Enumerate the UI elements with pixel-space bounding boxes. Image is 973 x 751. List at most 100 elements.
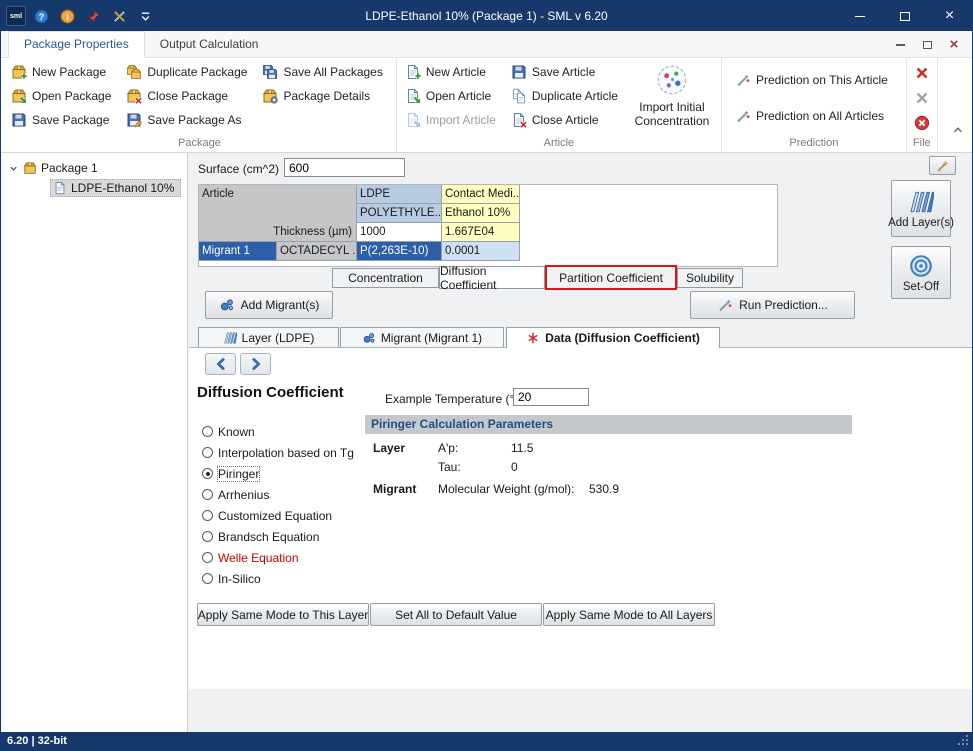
radio-brandsch-equation[interactable]: Brandsch Equation — [202, 529, 319, 544]
tab-layer-detail[interactable]: Layer (LDPE) — [198, 327, 339, 347]
qat-dropdown-icon[interactable] — [138, 9, 153, 24]
run-prediction-button[interactable]: Run Prediction... — [690, 291, 855, 319]
close-file-disabled-button[interactable] — [911, 87, 933, 109]
mdi-close-button[interactable]: × — [948, 39, 960, 51]
radio-insilico-dot[interactable] — [202, 573, 213, 584]
radio-welle-dot[interactable] — [202, 552, 213, 563]
grid-article-header: Article — [202, 188, 234, 200]
grid-contact-name-cell[interactable]: Ethanol 10% — [442, 204, 520, 223]
apply-mode-all-layers-button[interactable]: Apply Same Mode to All Layers — [543, 603, 715, 626]
grid-migrant-row-header[interactable]: Migrant 1 — [199, 242, 277, 261]
params-header: Piringer Calculation Parameters — [365, 415, 852, 434]
duplicate-package-button[interactable]: Duplicate Package — [122, 61, 256, 84]
radio-customized-dot[interactable] — [202, 510, 213, 521]
ribbon-collapse-button[interactable] — [949, 122, 967, 138]
radio-interpolation-dot[interactable] — [202, 447, 213, 458]
minimize-button[interactable] — [837, 1, 882, 31]
params-ap-label: A'p: — [438, 441, 458, 455]
apply-mode-this-layer-button[interactable]: Apply Same Mode to This Layer — [197, 603, 369, 626]
mdi-minimize-button[interactable] — [894, 39, 906, 51]
tab-concentration[interactable]: Concentration — [332, 268, 439, 288]
save-package-as-button[interactable]: Save Package As — [122, 109, 256, 132]
cancel-button[interactable] — [911, 112, 933, 134]
radio-brandsch-dot[interactable] — [202, 531, 213, 542]
tools-icon[interactable] — [112, 9, 127, 24]
radio-piringer-dot[interactable] — [202, 468, 213, 479]
minimize-icon — [855, 16, 865, 17]
tab-migrant-detail[interactable]: Migrant (Migrant 1) — [340, 327, 504, 347]
resize-grip[interactable] — [956, 733, 970, 750]
grid-diffusion-cell[interactable]: P(2,263E-10) — [357, 242, 442, 261]
arrow-right-icon — [249, 357, 263, 371]
tab-solubility[interactable]: Solubility — [677, 268, 743, 288]
surface-input[interactable] — [284, 158, 405, 177]
article-grid-box: Article Thickness (µm) LDPE Contact Medi… — [198, 184, 778, 267]
params-migrant-label: Migrant — [373, 482, 416, 496]
wizard-button[interactable] — [929, 156, 956, 175]
radio-customized-equation[interactable]: Customized Equation — [202, 508, 332, 523]
set-all-default-button[interactable]: Set All to Default Value — [370, 603, 542, 626]
save-article-button[interactable]: Save Article — [507, 61, 627, 84]
close-button[interactable]: × — [927, 1, 972, 31]
tree-expand-chevron-icon[interactable] — [8, 163, 19, 174]
file-group-label: File — [911, 136, 933, 152]
tab-package-properties[interactable]: Package Properties — [8, 31, 145, 58]
nav-forward-button[interactable] — [240, 353, 271, 375]
grid-layer-material-cell[interactable]: POLYETHYLE... — [357, 204, 442, 223]
radio-welle-equation[interactable]: Welle Equation — [202, 550, 299, 565]
prediction-all-articles-button[interactable]: Prediction on All Articles — [731, 105, 897, 128]
grid-thickness-value-cell[interactable]: 1000 — [357, 223, 442, 242]
radio-interpolation-tg[interactable]: Interpolation based on Tg — [202, 445, 354, 460]
new-article-icon — [405, 64, 421, 80]
new-article-button[interactable]: New Article — [401, 61, 505, 84]
radio-in-silico[interactable]: In-Silico — [202, 571, 261, 586]
maximize-button[interactable] — [882, 1, 927, 31]
duplicate-package-icon — [126, 64, 142, 80]
tree-item-package[interactable]: Package 1 — [8, 161, 98, 175]
grid-contact-header-cell[interactable]: Contact Medi... — [442, 185, 520, 204]
close-icon: × — [945, 9, 954, 23]
set-off-button[interactable]: Set-Off — [891, 246, 951, 299]
radio-arrhenius-dot[interactable] — [202, 489, 213, 500]
grid-partition-cell[interactable]: 0.0001 — [442, 242, 520, 261]
tree-item-article[interactable]: LDPE-Ethanol 10% — [50, 179, 181, 197]
migrant-molecule-icon — [219, 297, 235, 313]
close-file-button[interactable] — [911, 62, 933, 84]
app-logo-icon: sml — [6, 6, 26, 26]
radio-known-dot[interactable] — [202, 426, 213, 437]
layer-tab-icon — [223, 331, 237, 345]
tab-output-calculation[interactable]: Output Calculation — [145, 32, 274, 57]
radio-piringer[interactable]: Piringer — [202, 466, 259, 481]
surface-label: Surface (cm^2) — [198, 162, 279, 176]
nav-back-button[interactable] — [205, 353, 236, 375]
radio-arrhenius[interactable]: Arrhenius — [202, 487, 269, 502]
import-article-button[interactable]: Import Article — [401, 109, 505, 132]
grid-contact-volume-cell[interactable]: 1.667E04 — [442, 223, 520, 242]
close-package-button[interactable]: Close Package — [122, 85, 256, 108]
tab-data-detail[interactable]: Data (Diffusion Coefficient) — [506, 327, 720, 348]
new-package-button[interactable]: New Package — [7, 61, 120, 84]
grid-layer-name-cell[interactable]: LDPE — [357, 185, 442, 204]
radio-known[interactable]: Known — [202, 424, 255, 439]
example-temperature-input[interactable] — [513, 388, 589, 406]
help-icon[interactable] — [34, 9, 49, 24]
package-details-button[interactable]: Package Details — [258, 85, 391, 108]
info-icon[interactable] — [60, 9, 75, 24]
tab-diffusion-coefficient[interactable]: Diffusion Coefficient — [439, 266, 545, 289]
pin-icon[interactable] — [86, 9, 101, 24]
mdi-restore-button[interactable] — [921, 39, 933, 51]
tab-partition-coefficient[interactable]: Partition Coefficient — [545, 265, 677, 290]
import-initial-concentration-button[interactable]: Import Initial Concentration — [627, 60, 717, 130]
open-article-button[interactable]: Open Article — [401, 85, 505, 108]
window-controls: × — [837, 1, 972, 31]
add-layers-button[interactable]: Add Layer(s) — [891, 180, 951, 237]
prediction-this-article-button[interactable]: Prediction on This Article — [731, 69, 897, 92]
open-package-button[interactable]: Open Package — [7, 85, 120, 108]
grid-migrant-name-cell[interactable]: OCTADECYL ... — [277, 242, 357, 261]
save-all-packages-button[interactable]: Save All Packages — [258, 61, 391, 84]
article-group-label: Article — [401, 136, 717, 152]
save-package-button[interactable]: Save Package — [7, 109, 120, 132]
close-article-button[interactable]: Close Article — [507, 109, 627, 132]
add-migrants-button[interactable]: Add Migrant(s) — [205, 291, 333, 319]
duplicate-article-button[interactable]: Duplicate Article — [507, 85, 627, 108]
